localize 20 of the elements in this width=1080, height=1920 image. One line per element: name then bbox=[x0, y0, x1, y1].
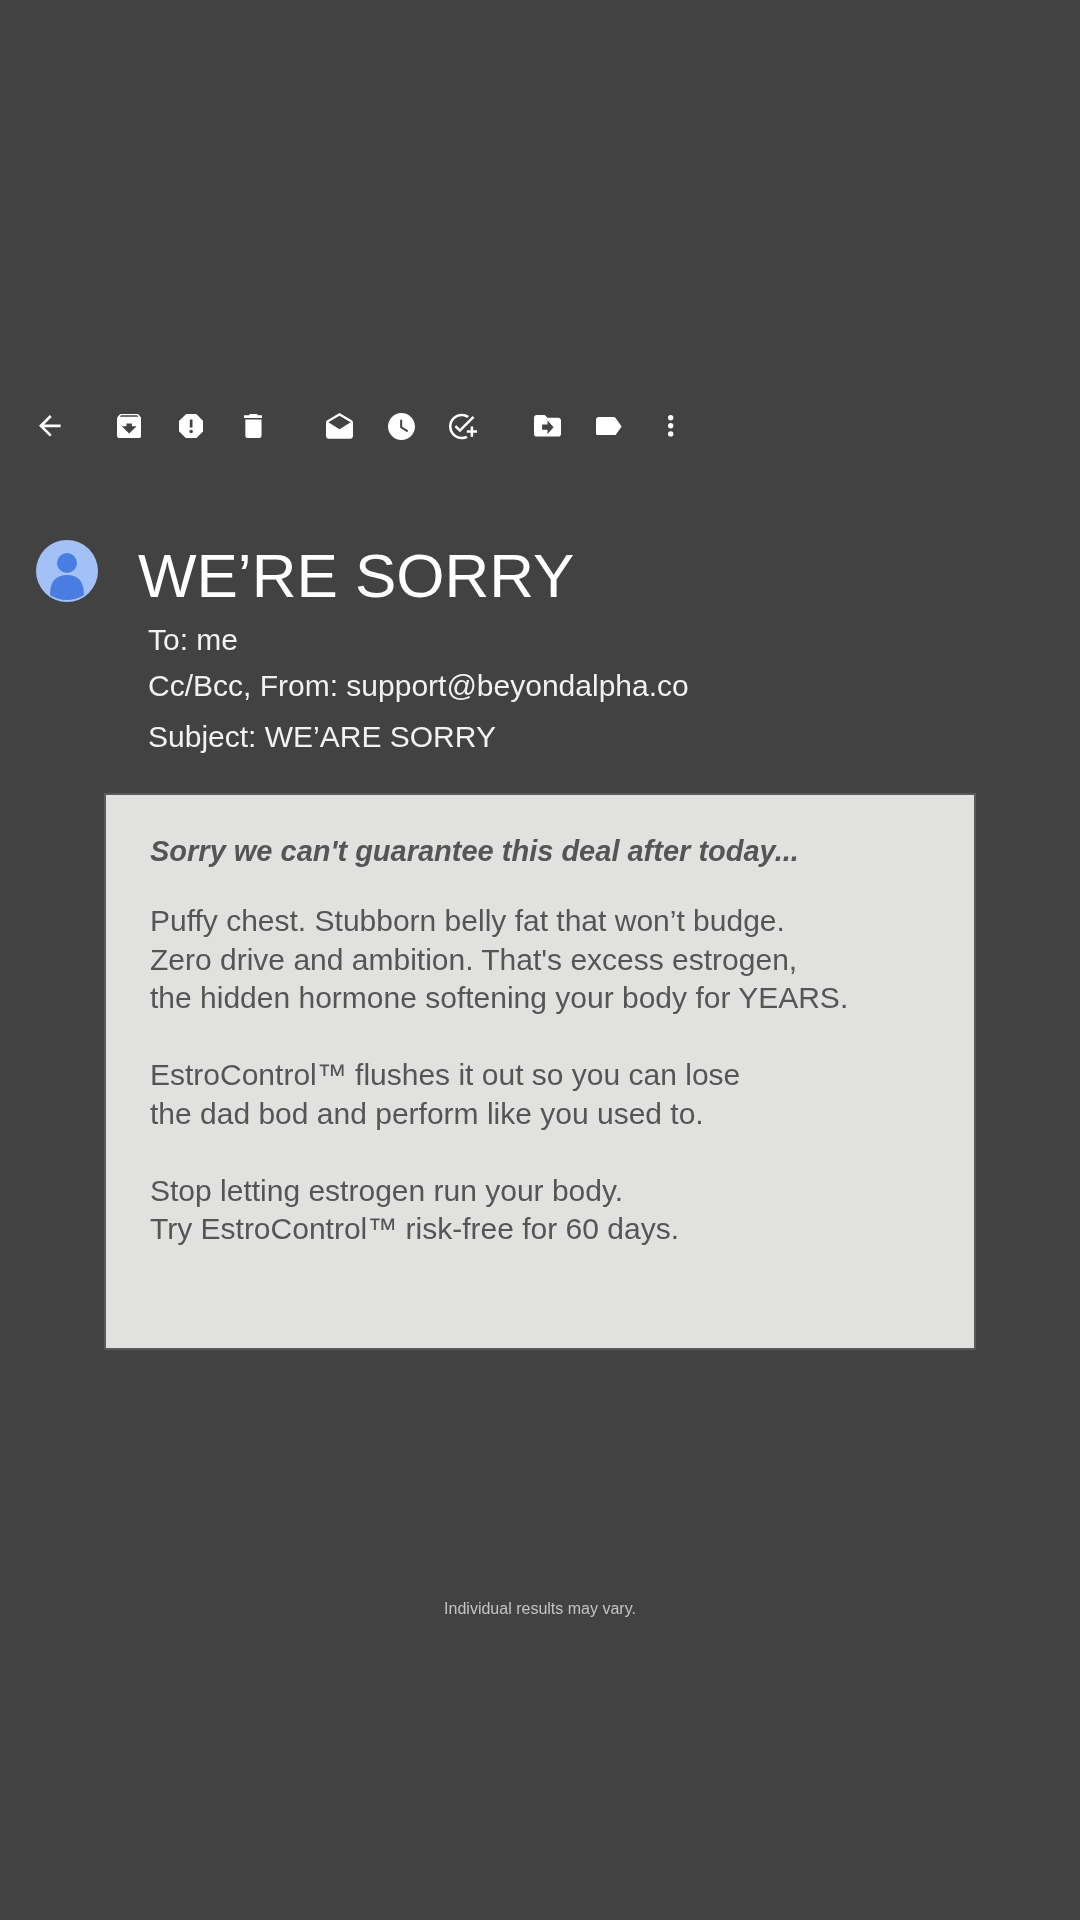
open-envelope-icon[interactable] bbox=[325, 413, 353, 439]
recipient-line: To: me bbox=[148, 622, 239, 658]
back-arrow-icon[interactable] bbox=[39, 415, 61, 437]
message-paragraph: EstroControl™ flushes it out so you can lose the dad bod and perform like you used to. bbox=[150, 1057, 741, 1132]
sender-line: Cc/Bcc, From: support@beyondalpha.co bbox=[148, 668, 689, 704]
folder-arrow-icon[interactable] bbox=[533, 415, 561, 437]
check-circle-plus-icon[interactable] bbox=[449, 412, 477, 440]
archive-box-icon[interactable] bbox=[116, 413, 142, 439]
subject-line: Subject: WE’ARE SORRY bbox=[148, 719, 496, 755]
vertical-dots-icon[interactable] bbox=[668, 415, 674, 437]
clock-icon[interactable] bbox=[387, 412, 415, 440]
person-avatar-icon bbox=[36, 540, 98, 602]
message-headline: Sorry we can't guarantee this deal after today... bbox=[150, 834, 799, 869]
trash-icon[interactable] bbox=[243, 413, 263, 439]
message-paragraph: Puffy chest. Stubborn belly fat that won’t budge. Zero drive and ambition. That's excess estrogen, the hidden hormone softening your body for YEARS. bbox=[150, 903, 849, 1016]
exclamation-octagon-icon[interactable] bbox=[178, 413, 204, 439]
disclaimer-text: Individual results may vary. bbox=[444, 1598, 636, 1619]
email-subject-title: WE’RE SORRY bbox=[138, 540, 575, 612]
label-tag-icon[interactable] bbox=[596, 416, 622, 436]
message-paragraph: Stop letting estrogen run your body. Try EstroControl™ risk-free for 60 days. bbox=[150, 1172, 680, 1247]
